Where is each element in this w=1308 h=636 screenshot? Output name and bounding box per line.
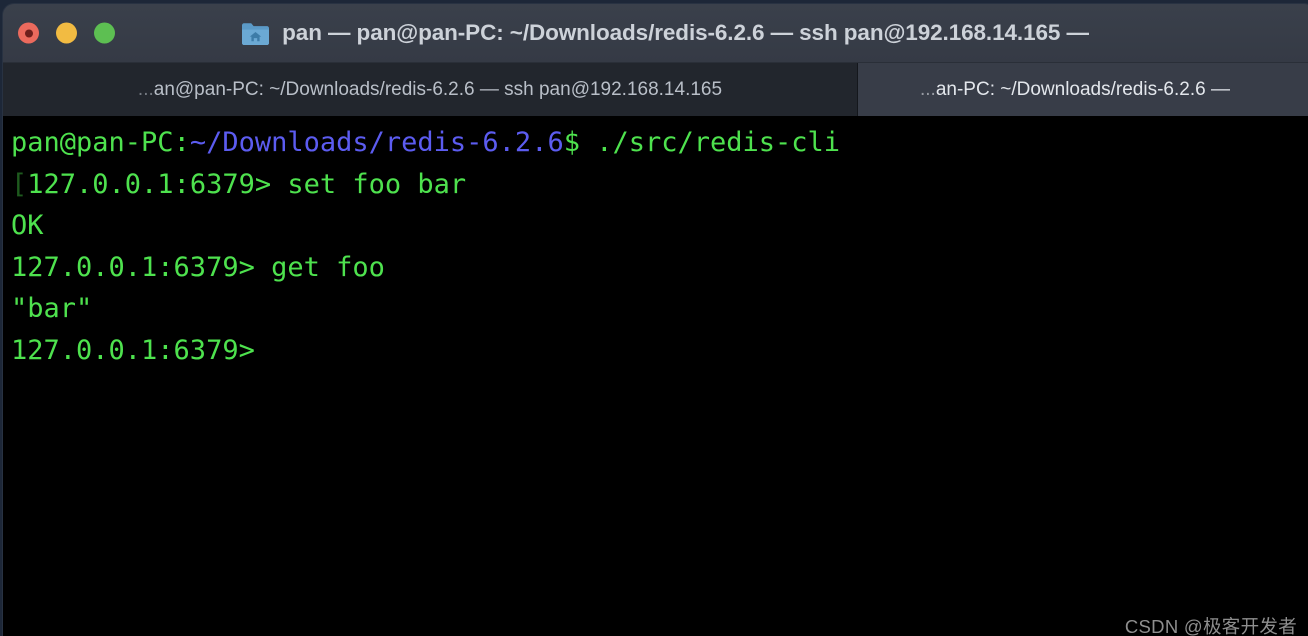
minimize-window-button[interactable] <box>56 22 77 44</box>
terminal-line-shell-prompt: pan@pan-PC:~/Downloads/redis-6.2.6$ ./sr… <box>11 122 1308 164</box>
redis-prompt-set: 127.0.0.1:6379> set foo bar <box>27 168 467 200</box>
terminal-line-idle-prompt: 127.0.0.1:6379> <box>11 330 1308 372</box>
prompt-command: $ ./src/redis-cli <box>563 127 841 158</box>
redis-reply-ok: OK <box>11 210 44 241</box>
tab-session-1[interactable]: ... an@pan-PC: ~/Downloads/redis-6.2.6 — … <box>3 63 858 116</box>
redis-reply-bar: "bar" <box>11 293 93 324</box>
terminal-line-get-command: 127.0.0.1:6379> get foo <box>11 247 1308 289</box>
terminal-line-set-command: [127.0.0.1:6379> set foo bar <box>11 164 1308 206</box>
tab-ellipsis: ... <box>137 78 154 100</box>
terminal-line-get-reply: "bar" <box>11 288 1308 330</box>
window-title-text: pan — pan@pan-PC: ~/Downloads/redis-6.2.… <box>282 20 1089 45</box>
close-window-button[interactable] <box>18 22 39 44</box>
prompt-path: ~/Downloads/redis-6.2.6 <box>189 127 564 158</box>
maximize-window-button[interactable] <box>94 22 115 44</box>
redis-prompt-idle: 127.0.0.1:6379> <box>11 334 272 366</box>
redis-prompt-get: 127.0.0.1:6379> get foo <box>11 251 385 283</box>
terminal-output-area[interactable]: pan@pan-PC:~/Downloads/redis-6.2.6$ ./sr… <box>3 116 1308 636</box>
prompt-separator: : <box>173 127 190 158</box>
tab-label: an-PC: ~/Downloads/redis-6.2.6 — <box>935 78 1230 100</box>
window-title-container: pan — pan@pan-PC: ~/Downloads/redis-6.2.… <box>3 4 1308 62</box>
terminal-window: pan — pan@pan-PC: ~/Downloads/redis-6.2.… <box>3 4 1308 636</box>
screenshot-root: pan — pan@pan-PC: ~/Downloads/redis-6.2.… <box>0 0 1308 636</box>
window-titlebar[interactable]: pan — pan@pan-PC: ~/Downloads/redis-6.2.… <box>3 4 1308 62</box>
stray-bracket-glyph: [ <box>11 168 28 200</box>
tab-bar: ... an@pan-PC: ~/Downloads/redis-6.2.6 — … <box>3 62 1308 116</box>
tab-session-2[interactable]: ... an-PC: ~/Downloads/redis-6.2.6 — <box>858 63 1308 116</box>
prompt-user-host: pan@pan-PC <box>11 127 174 158</box>
window-controls <box>18 22 115 44</box>
tab-ellipsis: ... <box>920 78 936 100</box>
tab-label: an@pan-PC: ~/Downloads/redis-6.2.6 — ssh… <box>153 78 723 100</box>
terminal-line-set-reply: OK <box>11 205 1308 247</box>
home-folder-icon <box>242 22 270 45</box>
csdn-watermark: CSDN @极客开发者 <box>1124 616 1297 636</box>
